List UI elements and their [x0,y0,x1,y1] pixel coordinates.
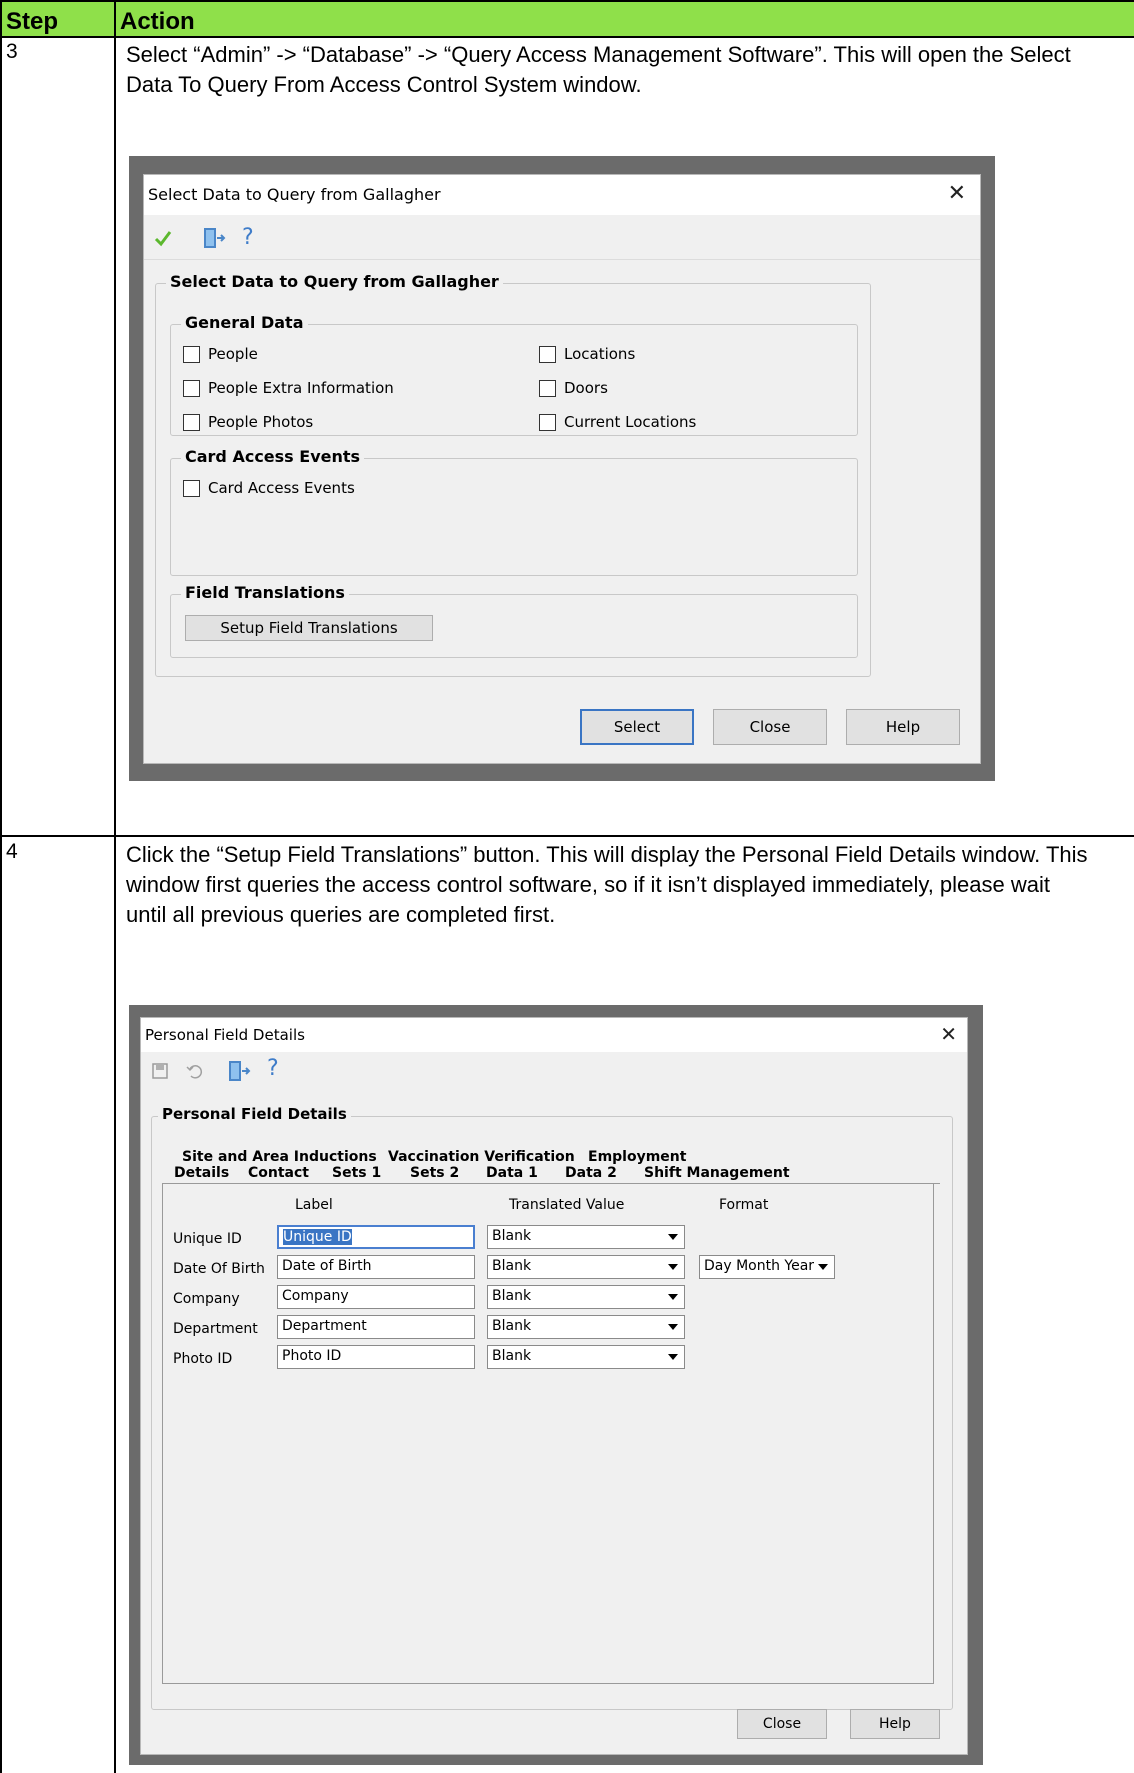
table-border-top [0,0,1134,2]
current-locations-checkbox[interactable]: Current Locations [539,413,696,431]
help-button[interactable]: Help [846,709,960,745]
main-group-title: Select Data to Query from Gallagher [166,272,503,291]
dialog-titlebar: Personal Field Details ✕ [141,1018,967,1052]
column-label-header: Label [295,1197,333,1213]
photo-id-label-input[interactable]: Photo ID [277,1345,475,1369]
card-access-group: Card Access Events Card Access Events [170,447,858,576]
tab-data-1[interactable]: Data 1 [486,1165,538,1181]
tab-sets-2[interactable]: Sets 2 [410,1165,459,1181]
tab-data-2[interactable]: Data 2 [565,1165,617,1181]
tab-panel: Label Translated Value Format Unique ID … [162,1183,934,1684]
dialog-title: Select Data to Query from Gallagher [148,185,441,204]
close-icon[interactable]: ✕ [948,181,966,206]
help-icon[interactable]: ? [242,225,254,250]
field-name: Unique ID [173,1231,242,1247]
dialog-title: Personal Field Details [145,1026,305,1044]
column-translated-header: Translated Value [509,1197,625,1213]
step-3-text: Select “Admin” -> “Database” -> “Query A… [126,42,1071,97]
locations-checkbox[interactable]: Locations [539,345,635,363]
group-title: Personal Field Details [158,1105,351,1123]
column-format-header: Format [719,1197,769,1213]
field-name: Company [173,1291,240,1307]
field-name: Photo ID [173,1351,233,1367]
close-icon[interactable]: ✕ [940,1022,957,1046]
help-icon[interactable]: ? [267,1056,279,1081]
tab-sets-1[interactable]: Sets 1 [332,1165,381,1181]
dialog-titlebar: Select Data to Query from Gallagher ✕ [144,175,980,215]
toolbar: ? [141,1052,967,1092]
step-number-4: 4 [6,840,18,863]
select-button[interactable]: Select [580,709,694,745]
exit-door-icon[interactable] [227,1060,251,1082]
check-icon[interactable] [154,229,172,247]
save-icon[interactable] [151,1062,169,1080]
dob-label-input[interactable]: Date of Birth [277,1255,475,1279]
screenshot-select-data: Select Data to Query from Gallagher ✕ ? … [129,156,995,781]
toolbar: ? [144,215,980,260]
help-button[interactable]: Help [850,1709,940,1739]
step-number-3: 3 [6,40,18,63]
close-button[interactable]: Close [713,709,827,745]
card-access-title: Card Access Events [181,447,365,466]
screenshot-personal-field-details: Personal Field Details ✕ ? Personal Fiel… [129,1005,983,1765]
dob-format-select[interactable]: Day Month Year [699,1255,835,1279]
tab-shift-management[interactable]: Shift Management [644,1165,790,1181]
general-data-title: General Data [181,313,308,332]
header-step-cell: Step [0,0,114,38]
tab-details[interactable]: Details [168,1165,236,1181]
close-button[interactable]: Close [737,1709,827,1739]
doors-checkbox[interactable]: Doors [539,379,608,397]
people-checkbox[interactable]: People [183,345,258,363]
setup-field-translations-button[interactable]: Setup Field Translations [185,615,433,641]
header-action-cell: Action [114,0,1134,38]
unique-id-translated-select[interactable]: Blank [487,1225,685,1249]
company-label-input[interactable]: Company [277,1285,475,1309]
select-data-dialog: Select Data to Query from Gallagher ✕ ? … [143,174,981,764]
department-translated-select[interactable]: Blank [487,1315,685,1339]
card-access-events-checkbox[interactable]: Card Access Events [183,479,355,497]
personal-field-details-group: Personal Field Details Site and Area Ind… [151,1105,953,1710]
field-translations-title: Field Translations [181,583,349,602]
row-divider [0,835,1134,837]
tab-contact[interactable]: Contact [248,1165,309,1181]
exit-door-icon[interactable] [202,227,226,249]
table-column-divider [114,0,116,1773]
table-border-left [0,0,2,1773]
people-extra-checkbox[interactable]: People Extra Information [183,379,394,397]
personal-field-details-dialog: Personal Field Details ✕ ? Personal Fiel… [140,1017,968,1755]
dob-translated-select[interactable]: Blank [487,1255,685,1279]
people-photos-checkbox[interactable]: People Photos [183,413,313,431]
undo-icon[interactable] [185,1062,203,1080]
field-name: Date Of Birth [173,1261,265,1277]
unique-id-label-input[interactable]: Unique ID [277,1225,475,1249]
department-label-input[interactable]: Department [277,1315,475,1339]
field-name: Department [173,1321,258,1337]
step-4-text: Click the “Setup Field Translations” but… [126,842,1088,927]
main-group: Select Data to Query from Gallagher Gene… [155,272,871,677]
company-translated-select[interactable]: Blank [487,1285,685,1309]
header-action: Action [120,8,195,35]
header-step: Step [6,8,59,35]
photo-id-translated-select[interactable]: Blank [487,1345,685,1369]
general-data-group: General Data People People Extra Informa… [170,313,858,436]
